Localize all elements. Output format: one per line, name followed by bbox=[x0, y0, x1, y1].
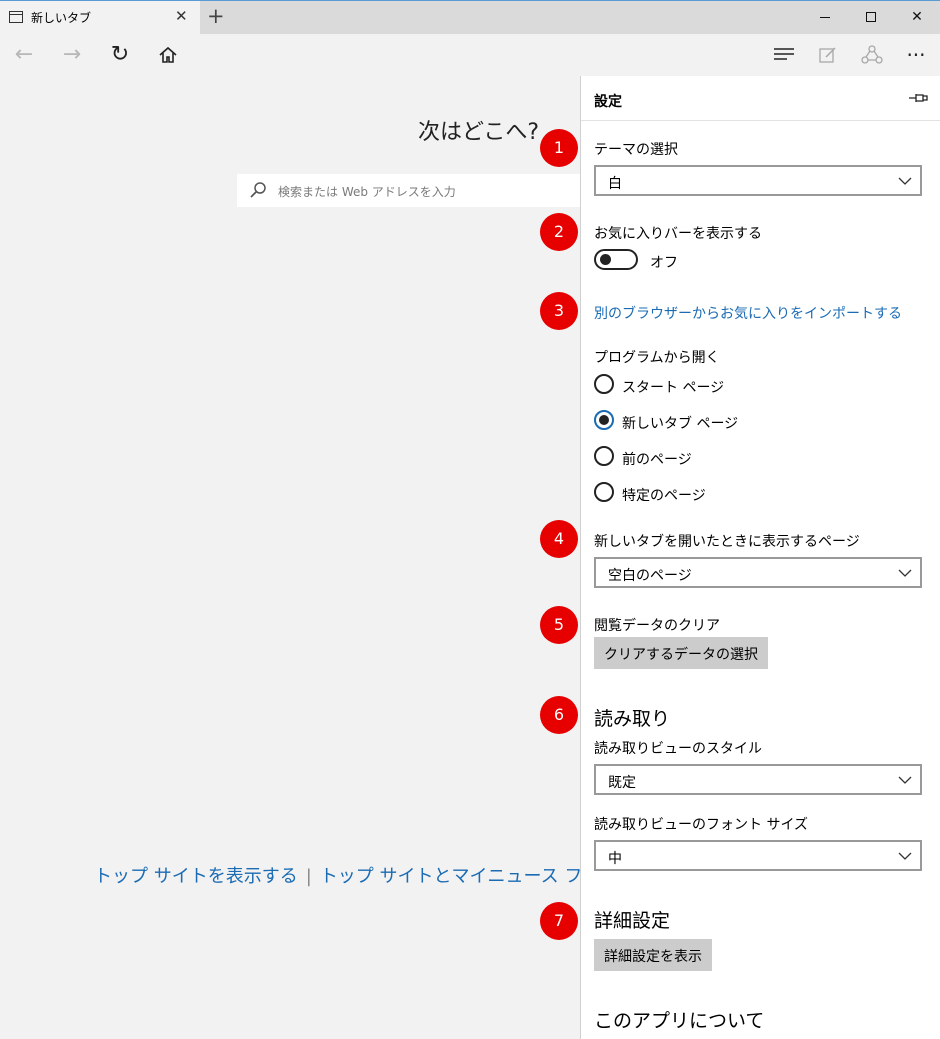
radio-new-tab-page-label: 新しいタブ ページ bbox=[622, 416, 739, 432]
marker-7: 7 bbox=[540, 902, 578, 940]
open-with-label: プログラムから開く bbox=[594, 350, 720, 366]
show-top-sites-news-link[interactable]: トップ サイトとマイニュース フィード bbox=[320, 866, 580, 887]
favorites-bar-state: オフ bbox=[650, 255, 678, 271]
settings-header: 設定 bbox=[581, 76, 940, 121]
theme-label: テーマの選択 bbox=[594, 142, 678, 158]
reading-style-label: 読み取りビューのスタイル bbox=[594, 741, 762, 757]
chevron-down-icon bbox=[898, 852, 912, 860]
top-sites-links: トップ サイトを表示する | トップ サイトとマイニュース フィード bbox=[94, 862, 580, 888]
reading-style-value: 既定 bbox=[608, 775, 636, 791]
refresh-button[interactable]: ↻ bbox=[102, 38, 138, 72]
navigation-toolbar: ← → ↻ ··· bbox=[0, 34, 940, 76]
tab-title: 新しいタブ bbox=[31, 11, 92, 25]
tab-new-tab[interactable]: 新しいタブ ✕ bbox=[0, 1, 200, 34]
chevron-down-icon bbox=[898, 776, 912, 784]
minimize-button[interactable] bbox=[802, 1, 848, 34]
tab-close-icon[interactable]: ✕ bbox=[175, 7, 188, 25]
more-button[interactable]: ··· bbox=[898, 38, 934, 72]
import-favorites-link[interactable]: 別のブラウザーからお気に入りをインポートする bbox=[594, 303, 902, 323]
reading-font-value: 中 bbox=[608, 851, 622, 867]
home-button[interactable] bbox=[150, 38, 186, 72]
advanced-section-title: 詳細設定 bbox=[594, 910, 671, 932]
radio-previous-pages[interactable] bbox=[594, 446, 614, 466]
reading-section-title: 読み取り bbox=[594, 708, 671, 730]
marker-1: 1 bbox=[540, 129, 578, 167]
web-note-button[interactable] bbox=[810, 38, 846, 72]
hub-button[interactable] bbox=[766, 38, 802, 72]
maximize-icon bbox=[866, 12, 876, 22]
reading-font-label: 読み取りビューのフォント サイズ bbox=[594, 817, 809, 833]
radio-specific-page-label: 特定のページ bbox=[622, 488, 706, 504]
back-button[interactable]: ← bbox=[6, 38, 42, 72]
share-button[interactable] bbox=[854, 38, 890, 72]
marker-4: 4 bbox=[540, 520, 578, 558]
settings-panel: 設定 テーマの選択 白 お気に入りバーを表示する オフ 別のブラウザーからお気に… bbox=[580, 76, 940, 1039]
show-top-sites-link[interactable]: トップ サイトを表示する bbox=[94, 866, 298, 887]
pin-icon[interactable] bbox=[908, 90, 928, 106]
radio-previous-pages-label: 前のページ bbox=[622, 452, 692, 468]
hub-icon bbox=[774, 48, 794, 60]
close-window-button[interactable]: ✕ bbox=[894, 1, 940, 34]
home-icon bbox=[159, 46, 177, 63]
new-tab-label: 新しいタブを開いたときに表示するページ bbox=[594, 534, 860, 550]
minimize-icon bbox=[820, 16, 830, 18]
tab-bar: 新しいタブ ✕ + ✕ bbox=[0, 0, 940, 34]
search-box[interactable]: 検索または Web アドレスを入力 bbox=[237, 174, 582, 207]
chevron-down-icon bbox=[898, 569, 912, 577]
search-icon bbox=[250, 182, 266, 198]
chevron-down-icon bbox=[898, 177, 912, 185]
new-tab-button[interactable]: + bbox=[207, 4, 225, 28]
link-separator: | bbox=[305, 866, 312, 887]
about-section-title: このアプリについて bbox=[594, 1010, 765, 1032]
theme-select[interactable]: 白 bbox=[594, 165, 922, 196]
share-icon bbox=[861, 45, 883, 64]
marker-6: 6 bbox=[540, 696, 578, 734]
settings-title: 設定 bbox=[594, 94, 622, 110]
advanced-settings-button[interactable]: 詳細設定を表示 bbox=[594, 939, 712, 971]
maximize-button[interactable] bbox=[848, 1, 894, 34]
theme-value: 白 bbox=[608, 176, 622, 192]
favorites-bar-label: お気に入りバーを表示する bbox=[594, 226, 762, 242]
search-placeholder: 検索または Web アドレスを入力 bbox=[278, 185, 456, 199]
web-note-icon bbox=[819, 47, 836, 63]
new-tab-value: 空白のページ bbox=[608, 568, 692, 584]
reading-style-select[interactable]: 既定 bbox=[594, 764, 922, 795]
forward-button[interactable]: → bbox=[54, 38, 90, 72]
page-heading: 次はどこへ? bbox=[418, 120, 540, 145]
page-icon bbox=[9, 11, 23, 23]
reading-font-select[interactable]: 中 bbox=[594, 840, 922, 871]
marker-2: 2 bbox=[540, 213, 578, 251]
clear-data-button[interactable]: クリアするデータの選択 bbox=[594, 637, 768, 669]
new-tab-select[interactable]: 空白のページ bbox=[594, 557, 922, 588]
radio-start-page-label: スタート ページ bbox=[622, 380, 725, 396]
toggle-knob bbox=[600, 254, 611, 265]
favorites-bar-toggle[interactable] bbox=[594, 249, 638, 270]
radio-start-page[interactable] bbox=[594, 374, 614, 394]
radio-new-tab-page[interactable] bbox=[594, 410, 614, 430]
marker-5: 5 bbox=[540, 606, 578, 644]
clear-data-label: 閲覧データのクリア bbox=[594, 618, 720, 634]
marker-3: 3 bbox=[540, 292, 578, 330]
radio-specific-page[interactable] bbox=[594, 482, 614, 502]
